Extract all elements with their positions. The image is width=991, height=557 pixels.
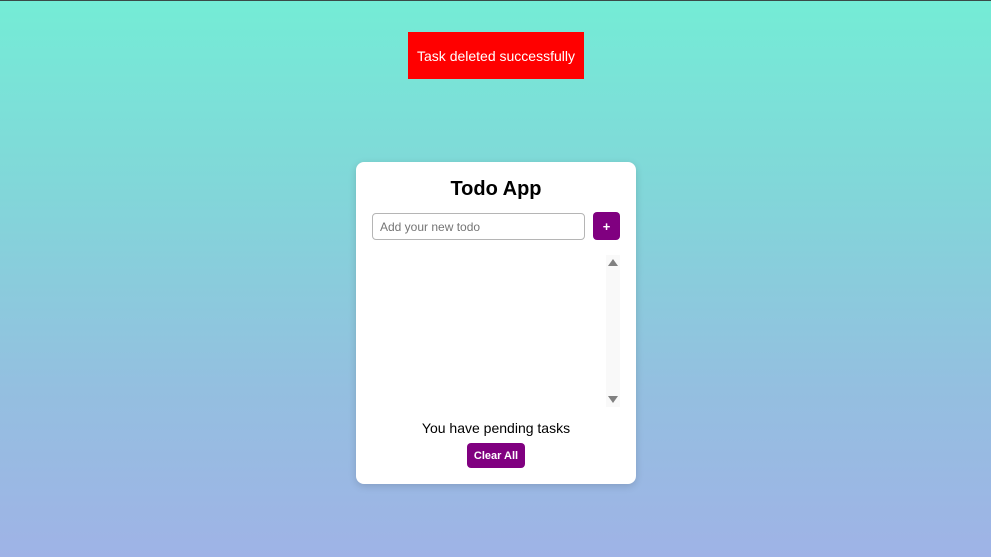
todo-list bbox=[372, 255, 620, 407]
toast-message: Task deleted successfully bbox=[417, 47, 575, 64]
scroll-up-arrow-icon[interactable] bbox=[608, 259, 618, 266]
clear-all-button[interactable]: Clear All bbox=[467, 443, 525, 468]
todo-card: Todo App + You have pending tasks Clear … bbox=[356, 162, 636, 484]
app-title: Todo App bbox=[450, 178, 542, 200]
add-todo-button[interactable]: + bbox=[593, 212, 620, 240]
scroll-down-arrow-icon[interactable] bbox=[608, 396, 618, 403]
plus-icon: + bbox=[602, 218, 611, 234]
todo-list-scrollbar[interactable] bbox=[606, 255, 620, 407]
pending-tasks-text: You have pending tasks bbox=[421, 420, 571, 436]
toast-notification: Task deleted successfully bbox=[408, 32, 584, 79]
todo-input[interactable] bbox=[372, 213, 585, 240]
